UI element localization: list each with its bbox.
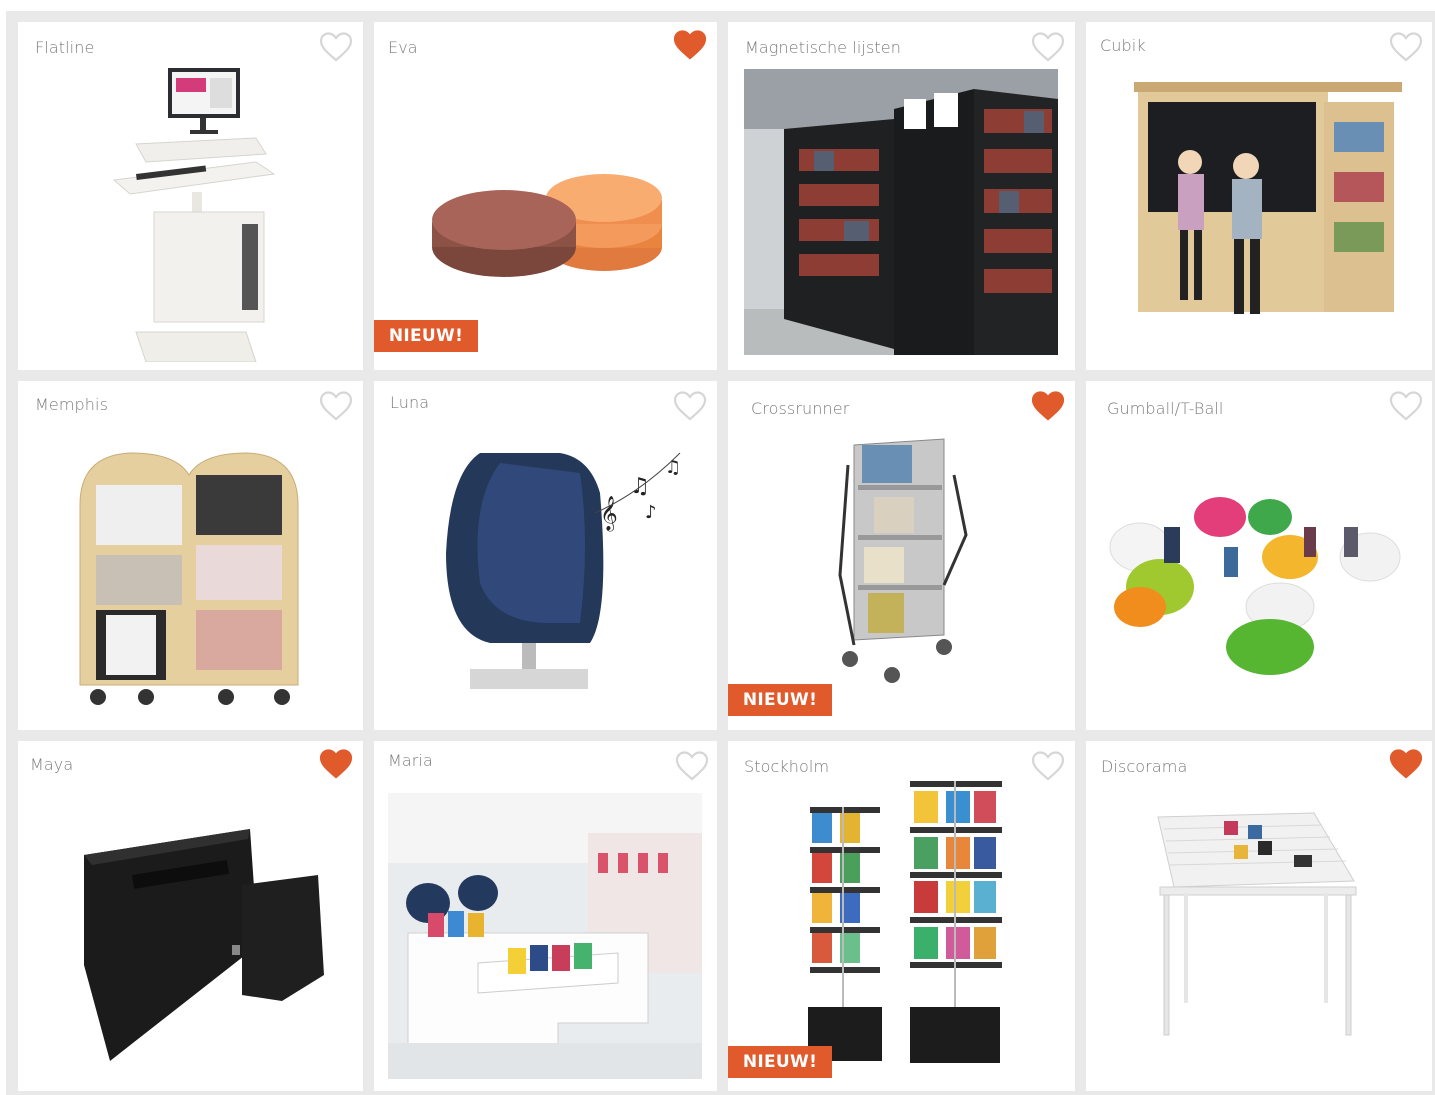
product-title: Flatline <box>35 38 95 57</box>
computer-kiosk-image <box>106 62 276 362</box>
favorite-heart-icon[interactable] <box>319 391 353 421</box>
product-title: Cubik <box>1100 36 1146 55</box>
product-title: Discorama <box>1101 757 1188 776</box>
return-box-image <box>82 825 326 1061</box>
favorite-heart-icon[interactable] <box>1031 32 1065 62</box>
svg-text:♫: ♫ <box>630 474 650 499</box>
product-card-discorama[interactable]: Discorama <box>1086 741 1432 1091</box>
book-trolley-image <box>834 425 974 687</box>
favorite-heart-icon[interactable] <box>1389 391 1423 421</box>
svg-text:♪: ♪ <box>645 502 657 523</box>
product-card-maria[interactable]: Maria <box>374 741 717 1091</box>
product-title: Magnetische lijsten <box>745 38 901 57</box>
favorite-heart-icon[interactable] <box>675 751 709 781</box>
favorite-heart-icon[interactable] <box>319 749 353 779</box>
new-badge: NIEUW! <box>374 320 478 352</box>
favorite-heart-icon[interactable] <box>1389 749 1423 779</box>
product-title: Maya <box>30 755 74 774</box>
product-card-memphis[interactable]: Memphis <box>18 381 363 730</box>
favorite-heart-icon[interactable] <box>1031 391 1065 421</box>
product-card-stockholm[interactable]: Stockholm NIEUW! <box>728 741 1075 1091</box>
product-card-luna[interactable]: Luna 𝄞 ♫ ♪ ♫ <box>374 381 717 730</box>
new-badge: NIEUW! <box>728 684 832 716</box>
favorite-heart-icon[interactable] <box>319 32 353 62</box>
library-display-image <box>388 793 702 1079</box>
product-title: Memphis <box>35 395 109 414</box>
product-card-flatline[interactable]: Flatline <box>18 22 363 370</box>
book-tower-image <box>800 777 1020 1067</box>
product-card-crossrunner[interactable]: Crossrunner NIEUW! <box>728 381 1075 730</box>
product-card-maya[interactable]: Maya <box>18 741 363 1091</box>
favorite-heart-icon[interactable] <box>673 30 707 60</box>
svg-text:𝄞: 𝄞 <box>600 496 618 532</box>
favorite-heart-icon[interactable] <box>1389 32 1423 62</box>
product-card-magnetische-lijsten[interactable]: Magnetische lijsten <box>728 22 1075 370</box>
children-chalkboard-image <box>1134 82 1402 352</box>
cd-display-rack-image <box>1154 811 1360 1041</box>
round-cushions-image <box>424 152 674 292</box>
product-title: Eva <box>388 38 418 57</box>
product-card-gumball-t-ball[interactable]: Gumball/T-Ball <box>1086 381 1432 730</box>
product-card-cubik[interactable]: Cubik <box>1086 22 1432 370</box>
product-title: Maria <box>388 751 433 770</box>
new-badge: NIEUW! <box>728 1046 832 1078</box>
favorite-heart-icon[interactable] <box>1031 751 1065 781</box>
beanbags-image <box>1100 477 1414 681</box>
product-title: Stockholm <box>744 757 830 776</box>
library-shelves-image <box>744 69 1058 355</box>
product-title: Luna <box>390 393 430 412</box>
favorite-heart-icon[interactable] <box>673 391 707 421</box>
magazine-rack-image <box>76 435 302 715</box>
product-title: Gumball/T-Ball <box>1107 399 1224 418</box>
product-card-eva[interactable]: Eva NIEUW! <box>374 22 717 370</box>
product-title: Crossrunner <box>751 399 850 418</box>
hooded-chair-image: 𝄞 ♫ ♪ ♫ <box>440 433 690 695</box>
